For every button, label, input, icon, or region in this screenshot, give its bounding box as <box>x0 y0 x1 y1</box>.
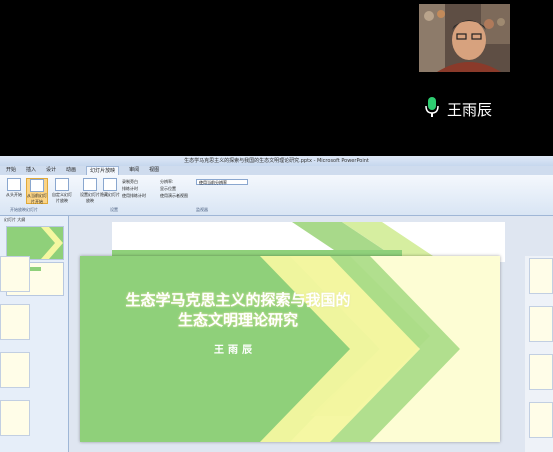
slideshow-icon <box>7 178 21 191</box>
from-current-label: 从当前幻灯片开始 <box>27 193 47 204</box>
slideshow-icon <box>30 179 44 192</box>
setup-show-button[interactable]: 设置幻灯片放映 <box>80 178 100 203</box>
slide-thumbnail[interactable] <box>529 402 553 438</box>
slide-author: 王雨辰 <box>214 345 256 356</box>
hide-slide-button[interactable]: 隐藏幻灯片 <box>100 178 120 202</box>
slide-title: 生态学马克思主义的探索与我国的 生态文明理论研究 <box>80 290 396 330</box>
slide-thumbnail[interactable] <box>0 400 30 436</box>
speaker-name: 王雨辰 <box>447 100 493 119</box>
hide-slide-label: 隐藏幻灯片 <box>100 192 120 197</box>
from-beginning-button[interactable]: 从头开始 <box>4 178 24 202</box>
from-current-slide-button[interactable]: 从当前幻灯片开始 <box>26 178 48 204</box>
slide-title-line-1: 生态学马克思主义的探索与我国的 <box>125 291 351 309</box>
title-slide: 生态学马克思主义的探索与我国的 生态文明理论研究 王雨辰 <box>80 256 500 442</box>
tab-outline[interactable]: 大纲 <box>17 217 25 222</box>
show-on-option[interactable]: 显示位置 <box>160 186 176 192</box>
setup-show-label: 设置幻灯片放映 <box>80 192 100 203</box>
tab-slides[interactable]: 幻灯片 <box>4 217 16 222</box>
custom-show-button[interactable]: 自定义幻灯片放映 <box>52 178 72 203</box>
slide-thumbnail[interactable] <box>529 306 553 342</box>
tab-animations[interactable]: 动画 <box>66 166 76 175</box>
group-label-setup: 设置 <box>110 207 118 212</box>
custom-show-label: 自定义幻灯片放映 <box>52 192 72 203</box>
tab-design[interactable]: 设计 <box>46 166 56 175</box>
window-title: 生态学马克思主义的探索与我国的生态文明理论研究.pptx - Microsoft… <box>0 156 553 166</box>
resolution-dropdown[interactable]: 使用当前分辨率 <box>196 179 248 185</box>
ribbon-tabs: 开始 插入 设计 动画 幻灯片放映 审阅 视图 <box>0 166 553 175</box>
tab-home[interactable]: 开始 <box>6 166 16 175</box>
from-beginning-label: 从头开始 <box>6 192 22 197</box>
hide-slide-icon <box>103 178 117 191</box>
slide-thumbnail[interactable] <box>0 256 30 292</box>
slide-thumbnail[interactable] <box>0 352 30 388</box>
slide-title-line-2: 生态文明理论研究 <box>177 311 298 329</box>
use-timings-option[interactable]: 使用排练计时 <box>122 193 146 199</box>
ribbon: 从头开始 从当前幻灯片开始 自定义幻灯片放映 设置幻灯片放映 隐藏幻灯片 录制旁… <box>0 175 553 216</box>
pane-tabs: 幻灯片 大纲 <box>4 217 25 223</box>
right-thumbnail-strip <box>525 256 553 452</box>
webcam-scene <box>419 4 510 72</box>
slide-thumbnail[interactable] <box>0 304 30 340</box>
slide-thumbnail[interactable] <box>529 354 553 390</box>
speaker-bar: 王雨辰 <box>425 96 492 122</box>
tab-view[interactable]: 视图 <box>149 166 159 175</box>
slide-thumbnail[interactable] <box>529 258 553 294</box>
group-label-monitors: 监视器 <box>196 207 208 212</box>
microphone-icon[interactable] <box>425 96 439 122</box>
tab-insert[interactable]: 插入 <box>26 166 36 175</box>
settings-icon <box>83 178 97 191</box>
tab-slide-show[interactable]: 幻灯片放映 <box>86 166 120 175</box>
resolution-label: 分辨率: <box>160 179 174 184</box>
record-narration-option[interactable]: 录制旁白 <box>122 179 138 185</box>
slide-thumbnail[interactable] <box>6 226 64 260</box>
group-label-start: 开始放映幻灯片 <box>10 207 38 212</box>
webcam-video <box>419 4 510 72</box>
rehearse-timings-option[interactable]: 排练计时 <box>122 186 138 192</box>
presenter-view-option[interactable]: 使用演示者视图 <box>160 193 188 199</box>
tab-review[interactable]: 审阅 <box>129 166 139 175</box>
left-thumbnail-strip <box>0 256 36 452</box>
slideshow-icon <box>55 178 69 191</box>
